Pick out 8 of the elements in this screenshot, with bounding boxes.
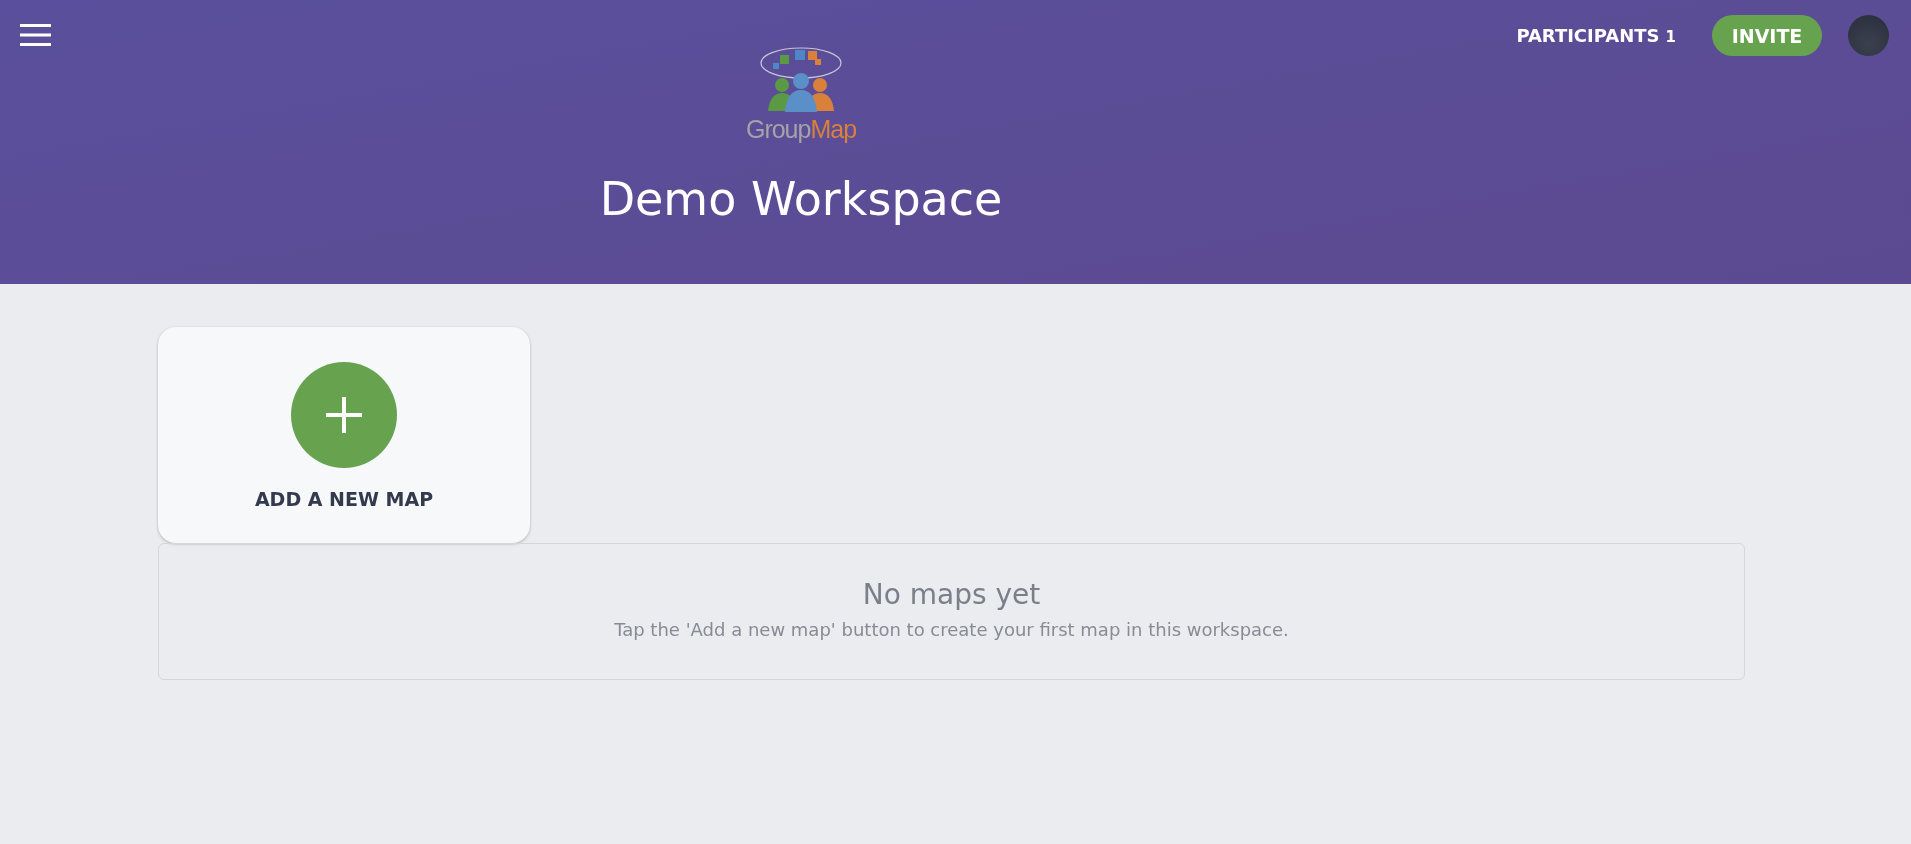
plus-icon	[291, 362, 397, 468]
logo-wordmark: GroupMap	[745, 115, 857, 143]
empty-title: No maps yet	[862, 578, 1041, 611]
workspace-title: Demo Workspace	[599, 171, 1003, 227]
add-map-card[interactable]: ADD A NEW MAP	[158, 327, 530, 543]
participants-button[interactable]: PARTICIPANTS 1	[1516, 25, 1676, 46]
empty-message: Tap the 'Add a new map' button to create your first map in this workspace.	[614, 619, 1289, 640]
menu-icon[interactable]	[20, 22, 51, 48]
